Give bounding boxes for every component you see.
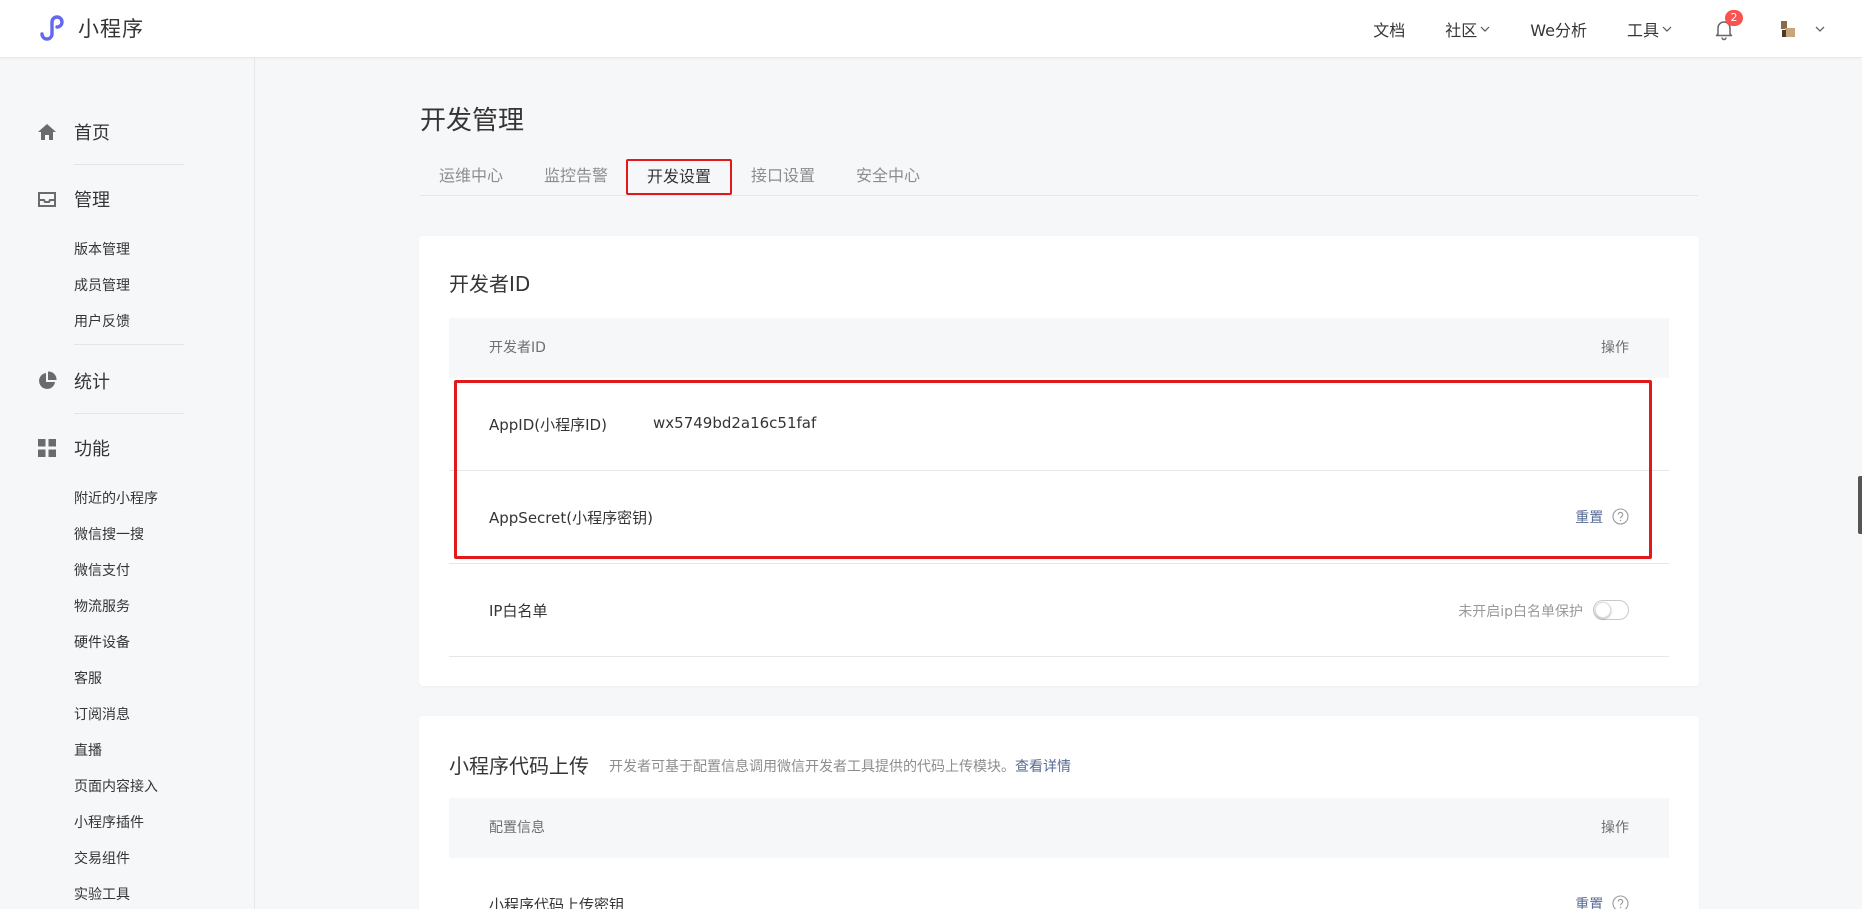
divider <box>74 344 184 345</box>
view-details-link[interactable]: 查看详情 <box>1015 759 1071 775</box>
column-header-action: 操作 <box>1601 820 1629 836</box>
appsecret-actions: 重置 <box>1575 507 1629 527</box>
chevron-down-icon <box>1662 26 1672 32</box>
home-icon <box>38 124 56 140</box>
reset-upload-key-link[interactable]: 重置 <box>1575 897 1603 909</box>
logo-text: 小程序 <box>78 17 144 41</box>
ip-whitelist-toggle[interactable] <box>1593 600 1629 620</box>
sidebar-item-home[interactable]: 首页 <box>36 119 110 145</box>
sidebar: 首页 管理 版本管理 成员管理 用户反馈 统计 功能 附近的小程序 微信搜一搜 … <box>0 58 255 909</box>
grid-icon <box>38 439 56 457</box>
card-description: 开发者可基于配置信息调用微信开发者工具提供的代码上传模块。查看详情 <box>609 756 1071 776</box>
tab-api-settings[interactable]: 接口设置 <box>751 160 815 196</box>
tab-ops[interactable]: 运维中心 <box>439 160 503 196</box>
sidebar-item-logistics[interactable]: 物流服务 <box>74 596 130 616</box>
sidebar-item-version[interactable]: 版本管理 <box>74 239 130 259</box>
sidebar-group-features[interactable]: 功能 <box>36 435 110 461</box>
upload-key-label: 小程序代码上传密钥 <box>489 896 625 909</box>
reset-secret-link[interactable]: 重置 <box>1575 510 1603 526</box>
column-header-name: 开发者ID <box>489 340 546 356</box>
sidebar-item-plugins[interactable]: 小程序插件 <box>74 812 144 832</box>
card-title: 开发者ID <box>449 272 531 296</box>
nav-community-label: 社区 <box>1445 21 1478 40</box>
sidebar-item-lab[interactable]: 实验工具 <box>74 884 130 904</box>
notification-bell[interactable]: 2 <box>1712 10 1743 41</box>
inbox-icon <box>38 192 56 207</box>
nav-community[interactable]: 社区 <box>1445 17 1490 41</box>
pie-chart-icon <box>39 371 57 389</box>
logo[interactable]: 小程序 <box>36 12 144 44</box>
chevron-down-icon <box>1480 26 1490 32</box>
account-chevron-down-icon[interactable] <box>1814 23 1826 35</box>
tab-monitoring[interactable]: 监控告警 <box>544 160 608 196</box>
table-row-upload-key: 小程序代码上传密钥 重置 <box>449 858 1669 909</box>
sidebar-item-label: 首页 <box>74 123 110 144</box>
divider <box>74 164 184 165</box>
sidebar-item-feedback[interactable]: 用户反馈 <box>74 311 130 331</box>
nav-tools-label: 工具 <box>1626 21 1659 40</box>
tab-bar: 运维中心 监控告警 开发设置 接口设置 安全中心 <box>420 158 1698 196</box>
appsecret-label: AppSecret(小程序密钥) <box>489 509 653 527</box>
top-header: 小程序 文档 社区 We分析 工具 2 <box>0 0 1862 58</box>
sidebar-group-manage[interactable]: 管理 <box>36 186 110 212</box>
page-title: 开发管理 <box>420 106 525 136</box>
sidebar-item-customer-service[interactable]: 客服 <box>74 668 102 688</box>
tab-security[interactable]: 安全中心 <box>856 160 920 196</box>
table-row-ip-whitelist: IP白名单 未开启ip白名单保护 <box>449 564 1669 657</box>
table-row-appid: AppID(小程序ID) wx5749bd2a16c51faf <box>449 378 1669 471</box>
sidebar-item-search[interactable]: 微信搜一搜 <box>74 524 144 544</box>
divider <box>74 413 184 414</box>
sidebar-group-label: 统计 <box>74 372 110 393</box>
appid-label: AppID(小程序ID) <box>489 416 607 434</box>
help-icon[interactable] <box>1612 895 1629 909</box>
avatar[interactable] <box>1776 17 1800 41</box>
sidebar-item-members[interactable]: 成员管理 <box>74 275 130 295</box>
toggle-knob <box>1595 602 1611 618</box>
developer-id-card: 开发者ID 开发者ID 操作 AppID(小程序ID) wx5749bd2a16… <box>419 236 1699 686</box>
notification-badge: 2 <box>1725 10 1743 26</box>
appid-value[interactable]: wx5749bd2a16c51faf <box>653 414 816 432</box>
sidebar-item-live[interactable]: 直播 <box>74 740 102 760</box>
table-header: 配置信息 操作 <box>449 798 1669 858</box>
code-upload-card: 小程序代码上传 开发者可基于配置信息调用微信开发者工具提供的代码上传模块。查看详… <box>419 716 1699 909</box>
sidebar-group-label: 功能 <box>74 439 110 460</box>
sidebar-item-nearby[interactable]: 附近的小程序 <box>74 488 158 508</box>
column-header-action: 操作 <box>1601 340 1629 356</box>
nav-we-analytics[interactable]: We分析 <box>1530 17 1587 41</box>
card-title: 小程序代码上传 <box>449 754 589 778</box>
table-header: 开发者ID 操作 <box>449 318 1669 378</box>
ip-whitelist-status: 未开启ip白名单保护 <box>1458 604 1583 620</box>
miniprogram-logo-icon <box>40 15 64 41</box>
sidebar-item-subscribe[interactable]: 订阅消息 <box>74 704 130 724</box>
column-header-config: 配置信息 <box>489 820 545 836</box>
sidebar-item-hardware[interactable]: 硬件设备 <box>74 632 130 652</box>
ip-whitelist-label: IP白名单 <box>489 602 548 620</box>
table-row-appsecret: AppSecret(小程序密钥) 重置 <box>449 471 1669 564</box>
card-description-text: 开发者可基于配置信息调用微信开发者工具提供的代码上传模块。 <box>609 759 1015 775</box>
sidebar-item-trade[interactable]: 交易组件 <box>74 848 130 868</box>
sidebar-group-stats[interactable]: 统计 <box>36 368 110 394</box>
top-nav: 文档 社区 We分析 工具 2 <box>1373 0 1862 58</box>
nav-docs[interactable]: 文档 <box>1373 17 1405 41</box>
sidebar-item-page-content[interactable]: 页面内容接入 <box>74 776 158 796</box>
upload-key-actions: 重置 <box>1575 894 1629 909</box>
tab-dev-settings[interactable]: 开发设置 <box>626 159 733 195</box>
scrollbar-handle[interactable] <box>1858 476 1862 534</box>
sidebar-item-pay[interactable]: 微信支付 <box>74 560 130 580</box>
help-icon[interactable] <box>1612 508 1629 525</box>
nav-tools[interactable]: 工具 <box>1627 17 1672 41</box>
sidebar-group-label: 管理 <box>74 190 110 211</box>
